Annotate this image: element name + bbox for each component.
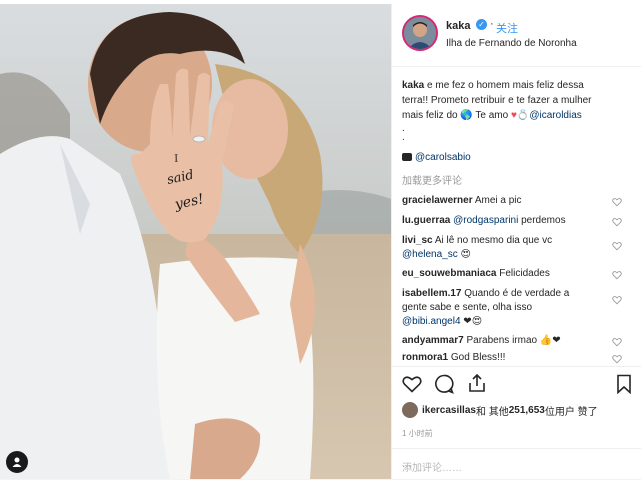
user-icon bbox=[12, 457, 22, 467]
comment-mention-link[interactable]: @helena_sc bbox=[402, 249, 458, 260]
like-comment-heart-icon[interactable] bbox=[612, 354, 622, 364]
likes-count[interactable]: 251,653 bbox=[509, 405, 545, 416]
instagram-post-window: I said yes! kaka ✓ · 关注 Ilha de Fernando… bbox=[0, 0, 641, 479]
liker-avatar[interactable] bbox=[402, 402, 418, 418]
comment-text: perdemos bbox=[518, 215, 566, 226]
avatar-image bbox=[404, 17, 436, 49]
comment-text: Quando é de verdade a bbox=[461, 288, 570, 299]
like-heart-icon[interactable] bbox=[402, 375, 422, 393]
caption-dots: .. bbox=[402, 123, 405, 143]
like-comment-heart-icon[interactable] bbox=[612, 337, 622, 347]
like-comment-heart-icon[interactable] bbox=[612, 241, 622, 251]
comment-item: ronmora1 God Bless!!! bbox=[402, 351, 607, 365]
comment-username[interactable]: lu.guerraa bbox=[402, 215, 450, 226]
comment-text: Parabens irmao 👍❤ bbox=[463, 335, 561, 346]
caption-text-4: Te amo bbox=[472, 110, 511, 121]
photo-illustration: I said yes! bbox=[0, 4, 391, 479]
comment-text-line2: 😍 bbox=[457, 249, 471, 260]
liker-username[interactable]: ikercasillas bbox=[422, 405, 476, 416]
verified-badge-icon: ✓ bbox=[476, 19, 487, 30]
save-bookmark-icon[interactable] bbox=[616, 374, 632, 394]
comment-username[interactable]: andyammar7 bbox=[402, 335, 464, 346]
comment-text: Felicidades bbox=[496, 268, 550, 279]
comment-username[interactable]: isabellem.17 bbox=[402, 288, 461, 299]
caption-text-2: terra!! Prometo retribuir e te fazer a m… bbox=[402, 95, 592, 106]
like-comment-heart-icon[interactable] bbox=[612, 295, 622, 305]
profile-avatar[interactable] bbox=[402, 15, 438, 51]
caption-text-1: e me fez o homem mais feliz dessa bbox=[424, 80, 584, 91]
comment-username[interactable]: livi_sc bbox=[402, 235, 433, 246]
likes-suffix-text: 位用户 赞了 bbox=[544, 406, 598, 418]
globe-emoji-icon: 🌎 bbox=[460, 110, 473, 121]
comment-username[interactable]: eu_souwebmaniaca bbox=[402, 268, 496, 279]
likes-middle-text: 和 其他 bbox=[475, 406, 509, 418]
comment-item: eu_souwebmaniaca Felicidades bbox=[402, 267, 607, 281]
ring-emoji-icon: 💍 bbox=[516, 110, 530, 121]
caption-text-3: mais feliz do bbox=[402, 110, 461, 121]
action-bar bbox=[392, 366, 641, 397]
post-caption: kaka e me fez o homem mais feliz dessa t… bbox=[402, 78, 634, 123]
comment-username[interactable]: gracielawerner bbox=[402, 195, 473, 206]
comment-item: gracielawerner Amei a pic bbox=[402, 194, 607, 208]
comment-item: livi_sc Ai lê no mesmo dia que vc @helen… bbox=[402, 234, 607, 262]
comment-text: Amei a pic bbox=[472, 195, 522, 206]
comment-text: Ai lê no mesmo dia que vc bbox=[432, 235, 553, 246]
add-comment-bar: 添加评论…… ··· bbox=[392, 448, 641, 480]
post-header: kaka ✓ · 关注 Ilha de Fernando de Noronha bbox=[392, 4, 641, 67]
share-icon[interactable] bbox=[467, 373, 487, 393]
caption-username[interactable]: kaka bbox=[402, 80, 424, 91]
like-comment-heart-icon[interactable] bbox=[612, 197, 622, 207]
caption-mention-link[interactable]: @icaroldias bbox=[529, 110, 581, 121]
camera-icon bbox=[402, 153, 412, 161]
post-timestamp: 1 小时前 bbox=[402, 429, 433, 438]
photo-credit-link[interactable]: @carolsabio bbox=[415, 152, 471, 163]
photo-credit: @carolsabio bbox=[402, 152, 471, 163]
comment-bubble-icon[interactable] bbox=[434, 374, 454, 394]
comment-text: God Bless!!! bbox=[448, 352, 506, 363]
post-details-panel: kaka ✓ · 关注 Ilha de Fernando de Noronha … bbox=[391, 4, 641, 479]
comment-text-line3: ❤😍 bbox=[460, 316, 483, 327]
post-photo[interactable]: I said yes! bbox=[0, 4, 391, 479]
comment-mention-link[interactable]: @bibi.angel4 bbox=[402, 316, 461, 327]
more-options-icon[interactable]: ··· bbox=[402, 461, 628, 472]
comment-text-line2: gente sabe e sente, olha isso bbox=[402, 302, 533, 313]
comment-mention-link[interactable]: @rodgasparini bbox=[450, 215, 518, 226]
location-link[interactable]: Ilha de Fernando de Noronha bbox=[446, 38, 577, 49]
like-comment-heart-icon[interactable] bbox=[612, 270, 622, 280]
likes-summary: ikercasillas 和 其他 251,653 位用户 赞了 bbox=[402, 402, 598, 418]
comment-item: lu.guerraa @rodgasparini perdemos bbox=[402, 214, 607, 228]
tagged-users-button[interactable] bbox=[6, 451, 28, 473]
separator-dot: · bbox=[490, 18, 494, 30]
comment-item: andyammar7 Parabens irmao 👍❤ bbox=[402, 334, 607, 348]
username-link[interactable]: kaka bbox=[446, 20, 470, 32]
load-more-comments-link[interactable]: 加载更多评论 bbox=[402, 172, 462, 187]
follow-button[interactable]: 关注 bbox=[496, 20, 518, 36]
like-comment-heart-icon[interactable] bbox=[612, 217, 622, 227]
comment-username[interactable]: ronmora1 bbox=[402, 352, 448, 363]
comment-item: isabellem.17 Quando é de verdade a gente… bbox=[402, 287, 607, 329]
